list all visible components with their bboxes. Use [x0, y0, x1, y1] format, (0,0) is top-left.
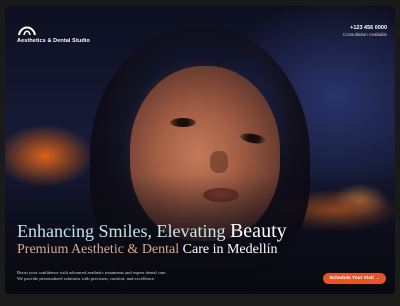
phone-number[interactable]: +123 456 0000: [343, 25, 387, 31]
smile-arc-logo-icon: [18, 26, 36, 36]
brand-logo[interactable]: Aesthetics & Dental Studio: [17, 22, 90, 44]
schedule-visit-button[interactable]: Schedule Your Visit →: [323, 273, 386, 284]
schedule-visit-label: Schedule Your Visit: [329, 276, 374, 281]
hero-title-part1: Enhancing Smiles,: [17, 221, 157, 241]
hero-headline: Enhancing Smiles, Elevating Beauty Premi…: [17, 221, 287, 259]
hero-image-nose: [210, 151, 228, 173]
hero-subtitle: Premium Aesthetic & Dental Care in Medel…: [17, 241, 287, 259]
hero-description: Boost your confidence with advanced aest…: [17, 270, 167, 282]
hero-title-part2: Elevating: [156, 221, 230, 241]
contact-info: +123 456 0000 Consultation Available: [343, 25, 387, 37]
hero-subtitle-part1: Premium Aesthetic & Dental: [17, 242, 183, 257]
availability-text: Consultation Available: [342, 32, 387, 37]
hero-title-part3: Beauty: [229, 220, 287, 242]
hero-subtitle-part2: Care in Medellín: [182, 242, 278, 257]
brand-name: Aesthetics & Dental Studio: [17, 38, 90, 44]
hero-image-eye-left: [170, 118, 196, 127]
hero-title: Enhancing Smiles, Elevating Beauty: [17, 221, 287, 241]
arrow-icon: →: [375, 276, 380, 281]
hero-section: Aesthetics & Dental Studio +123 456 0000…: [5, 6, 395, 294]
hero-description-line2: We provide personalized solutions with p…: [17, 276, 156, 281]
